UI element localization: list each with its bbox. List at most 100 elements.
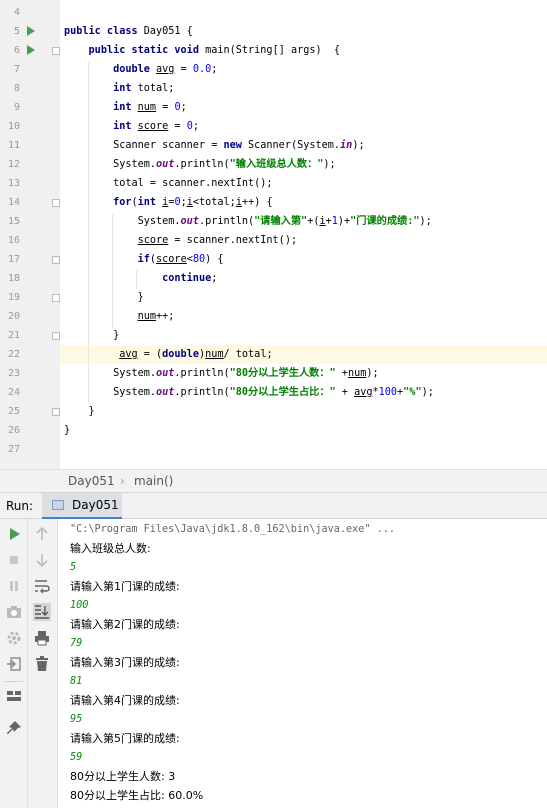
code-token: / total;	[223, 349, 273, 360]
code-line[interactable]: continue;	[64, 269, 217, 288]
line-number: 18	[7, 273, 20, 284]
layout-icon[interactable]	[5, 687, 23, 705]
code-token: 80	[192, 254, 206, 265]
fold-icon[interactable]	[52, 47, 60, 55]
code-token: "输入班级总人数："	[229, 159, 324, 170]
code-token: Scanner(System.	[248, 140, 341, 151]
line-number: 5	[13, 26, 20, 37]
code-token: for	[113, 197, 132, 208]
code-token: avg	[119, 349, 138, 360]
code-line[interactable]: public class Day051 {	[64, 22, 193, 41]
line-number: 11	[7, 140, 20, 151]
fold-icon[interactable]	[52, 256, 60, 264]
code-token: }	[64, 330, 120, 341]
code-line[interactable]: num++;	[64, 307, 175, 326]
run-label: Run:	[6, 499, 34, 513]
code-line[interactable]: System.out.println("80分以上学生占比：" + avg*10…	[64, 383, 434, 402]
print-icon[interactable]	[33, 629, 51, 647]
line-number: 23	[7, 368, 20, 379]
code-token: }	[64, 425, 71, 436]
code-token: out	[180, 216, 199, 227]
code-token: Day051 {	[143, 26, 193, 37]
code-token: out	[156, 368, 175, 379]
console-output[interactable]: "C:\Program Files\Java\jdk1.8.0_162\bin\…	[58, 519, 547, 808]
run-main-icon[interactable]	[27, 45, 35, 55]
code-token: int	[137, 197, 163, 208]
code-line[interactable]: }	[64, 421, 70, 440]
code-line[interactable]: for(int i=0;i<total;i++) {	[64, 193, 273, 212]
breadcrumb-method[interactable]: main()	[134, 474, 173, 488]
code-line[interactable]: double avg = 0.0;	[64, 60, 217, 79]
down-arrow-icon[interactable]	[33, 551, 51, 569]
code-token: score	[137, 235, 169, 246]
code-line[interactable]: }	[64, 326, 119, 345]
code-line[interactable]: if(score<80) {	[64, 250, 224, 269]
pause-icon[interactable]	[5, 577, 23, 595]
console-line: 59	[70, 752, 83, 763]
code-token: ) {	[205, 254, 224, 265]
code-line[interactable]: public static void main(String[] args) {	[64, 41, 340, 60]
fold-icon[interactable]	[52, 408, 60, 416]
exit-icon[interactable]	[5, 655, 23, 673]
code-token: "80分以上学生占比："	[229, 387, 336, 398]
code-token: System.	[64, 368, 157, 379]
code-line[interactable]: score = scanner.nextInt();	[64, 231, 297, 250]
code-line[interactable]: System.out.println("80分以上学生人数：" +num);	[64, 364, 379, 383]
run-class-icon[interactable]	[27, 26, 35, 36]
code-line[interactable]: total = scanner.nextInt();	[64, 174, 273, 193]
delete-icon[interactable]	[33, 655, 51, 673]
console-line: 81	[70, 676, 83, 687]
console-line: 请输入第2门课的成绩:	[70, 618, 180, 631]
run-tab[interactable]: Day051	[42, 493, 122, 519]
fold-icon[interactable]	[52, 294, 60, 302]
console-line: 输入班级总人数:	[70, 542, 151, 555]
console-line: 请输入第1门课的成绩:	[70, 580, 180, 593]
code-token: System.	[64, 216, 181, 227]
code-line[interactable]: avg = (double)num/ total;	[64, 345, 273, 364]
rerun-icon[interactable]	[5, 525, 23, 543]
soft-wrap-icon[interactable]	[33, 577, 51, 595]
scroll-to-end-icon[interactable]	[33, 603, 51, 621]
pin-icon[interactable]	[5, 719, 23, 737]
code-token: avg	[354, 387, 373, 398]
code-line[interactable]: System.out.println("请输入第"+(i+1)+"门课的成绩:"…	[64, 212, 432, 231]
code-editor[interactable]: public class Day051 { public static void…	[0, 0, 547, 469]
code-token: int	[113, 83, 138, 94]
code-line[interactable]: int num = 0;	[64, 98, 187, 117]
settings-icon[interactable]	[5, 629, 23, 647]
camera-icon[interactable]	[5, 603, 23, 621]
code-line[interactable]: int score = 0;	[64, 117, 199, 136]
code-token: );	[366, 368, 379, 379]
code-token: <total;	[192, 197, 236, 208]
fold-icon[interactable]	[52, 199, 60, 207]
code-line[interactable]: }	[64, 402, 95, 421]
up-arrow-icon[interactable]	[33, 525, 51, 543]
code-token: System.	[64, 159, 157, 170]
code-line[interactable]: Scanner scanner = new Scanner(System.in)…	[64, 136, 365, 155]
breadcrumb-class[interactable]: Day051	[68, 474, 115, 488]
line-number: 17	[7, 254, 20, 265]
code-line[interactable]: System.out.println("输入班级总人数：");	[64, 155, 336, 174]
code-token: +	[335, 387, 355, 398]
code-token: public class	[64, 26, 144, 37]
console-line: 80分以上学生占比: 60.0%	[70, 789, 204, 802]
code-token: }	[64, 292, 144, 303]
code-token: ++) {	[241, 197, 273, 208]
code-line[interactable]: }	[64, 288, 144, 307]
code-line[interactable]: int total;	[64, 79, 174, 98]
code-token: num	[205, 349, 224, 360]
code-token: total = scanner.nextInt();	[64, 178, 273, 189]
console-line: 请输入第4门课的成绩:	[70, 694, 180, 707]
run-toolbar-right	[28, 519, 58, 808]
code-token: new	[223, 140, 249, 151]
fold-icon[interactable]	[52, 332, 60, 340]
stop-icon[interactable]	[5, 551, 23, 569]
console-line: 80分以上学生人数: 3	[70, 770, 176, 783]
line-number: 13	[7, 178, 20, 189]
code-token: main(String[] args) {	[205, 45, 341, 56]
line-number: 25	[7, 406, 20, 417]
